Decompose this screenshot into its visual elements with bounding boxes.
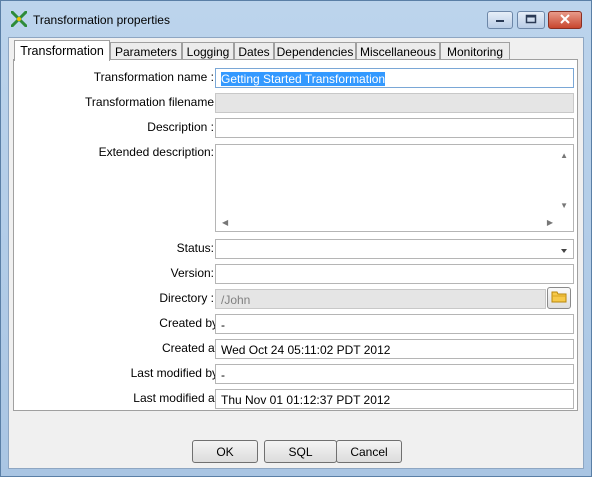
folder-icon — [551, 290, 567, 306]
transformation-filename-input — [215, 93, 574, 113]
tab-logging[interactable]: Logging — [182, 42, 234, 60]
created-at-label: Created at — [161, 341, 218, 355]
scroll-right-icon[interactable]: ▶ — [547, 218, 553, 227]
title-bar[interactable]: Transformation properties — [1, 1, 591, 37]
maximize-button[interactable] — [517, 11, 545, 29]
tab-parameters[interactable]: Parameters — [110, 42, 182, 60]
transformation-filename-label: Transformation filename — [85, 95, 214, 109]
scroll-down-icon[interactable]: ▼ — [560, 201, 568, 210]
close-icon — [559, 13, 571, 27]
window-title: Transformation properties — [33, 13, 170, 27]
last-modified-by-value: - — [215, 364, 574, 384]
minimize-icon — [495, 13, 505, 27]
transformation-tab-panel: Transformation name : Getting Started Tr… — [13, 59, 578, 411]
transformation-name-label: Transformation name : — [93, 70, 214, 84]
dialog-window: Transformation properties Transformation… — [0, 0, 592, 477]
description-label: Description : — [147, 120, 214, 134]
created-by-label: Created by — [159, 316, 218, 330]
status-label: Status: — [176, 241, 214, 255]
scroll-left-icon[interactable]: ◀ — [222, 218, 228, 227]
tab-transformation[interactable]: Transformation — [14, 40, 110, 61]
created-at-value: Wed Oct 24 05:11:02 PDT 2012 — [215, 339, 574, 359]
tab-dates[interactable]: Dates — [234, 42, 274, 60]
maximize-icon — [525, 13, 537, 27]
description-input[interactable] — [215, 118, 574, 138]
created-by-value: - — [215, 314, 574, 334]
tab-monitoring[interactable]: Monitoring — [440, 42, 510, 60]
close-button[interactable] — [548, 11, 582, 29]
extended-description-textarea[interactable]: ▲ ▼ ◀ ▶ — [215, 144, 574, 232]
transformation-name-value: Getting Started Transformation — [221, 72, 386, 86]
kettle-transformation-icon — [10, 10, 28, 28]
scroll-up-icon[interactable]: ▲ — [560, 151, 568, 160]
cancel-button[interactable]: Cancel — [336, 440, 402, 463]
dialog-body: Transformation Parameters Logging Dates … — [8, 37, 584, 469]
sql-button[interactable]: SQL — [264, 440, 337, 463]
directory-label: Directory : — [159, 291, 214, 305]
last-modified-at-label: Last modified at — [133, 391, 218, 405]
minimize-button[interactable] — [487, 11, 513, 29]
version-input[interactable] — [215, 264, 574, 284]
version-label: Version: — [170, 266, 214, 280]
status-select[interactable] — [215, 239, 574, 259]
tab-miscellaneous[interactable]: Miscellaneous — [356, 42, 440, 60]
tab-dependencies[interactable]: Dependencies — [274, 42, 356, 60]
last-modified-by-label: Last modified by — [130, 366, 218, 380]
browse-directory-button[interactable] — [547, 287, 571, 309]
last-modified-at-value: Thu Nov 01 01:12:37 PDT 2012 — [215, 389, 574, 409]
extended-description-label: Extended description: — [98, 145, 214, 159]
ok-button[interactable]: OK — [192, 440, 258, 463]
transformation-name-input[interactable]: Getting Started Transformation — [215, 68, 574, 88]
chevron-down-icon[interactable] — [560, 244, 568, 258]
directory-input: /John — [215, 289, 546, 309]
